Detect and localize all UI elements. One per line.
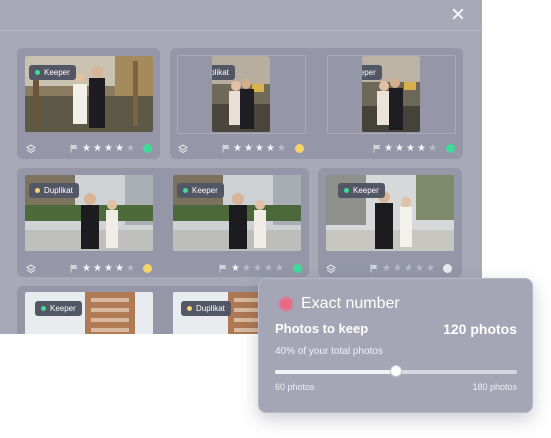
layers-icon[interactable] [178, 144, 188, 154]
star-icon[interactable]: ★ [104, 144, 113, 154]
star-icon[interactable]: ★ [277, 144, 286, 154]
status-dot [443, 264, 452, 273]
flag-icon[interactable] [219, 264, 227, 273]
photo-thumbnail[interactable]: Keeper [362, 56, 420, 132]
percent-of-total-text: 40% of your total photos [275, 346, 383, 357]
photo-thumbnail[interactable]: Duplikat [212, 56, 270, 132]
flag-icon[interactable] [370, 264, 378, 273]
star-icon[interactable]: ★ [428, 144, 437, 154]
status-badge: Keeper [362, 65, 382, 80]
status-dot [293, 264, 302, 273]
status-dot [143, 144, 152, 153]
photos-slider[interactable] [275, 366, 517, 376]
star-icon[interactable]: ★ [266, 144, 275, 154]
star-icon[interactable]: ★ [384, 144, 393, 154]
star-icon[interactable]: ★ [242, 264, 251, 274]
rating-stars[interactable]: ★ ★ ★ ★ ★ [82, 144, 135, 154]
star-icon[interactable]: ★ [104, 264, 113, 274]
flag-icon[interactable] [373, 144, 381, 153]
badge-dot [35, 188, 40, 193]
status-dot [295, 144, 304, 153]
badge-dot [344, 188, 349, 193]
rating-stars[interactable]: ★ ★ ★ ★ ★ [382, 264, 435, 274]
badge-label: Keeper [353, 186, 379, 195]
rating-stars[interactable]: ★ ★ ★ ★ ★ [233, 144, 286, 154]
star-icon[interactable]: ★ [393, 264, 402, 274]
star-icon[interactable]: ★ [126, 264, 135, 274]
slider-handle[interactable] [391, 366, 401, 376]
star-icon[interactable]: ★ [82, 264, 91, 274]
star-icon[interactable]: ★ [233, 144, 242, 154]
flag-icon[interactable] [70, 144, 78, 153]
status-badge: Duplikat [29, 183, 79, 198]
badge-label: Keeper [50, 304, 76, 313]
star-icon[interactable]: ★ [231, 264, 240, 274]
star-icon[interactable]: ★ [115, 144, 124, 154]
star-icon[interactable]: ★ [415, 264, 424, 274]
layers-icon[interactable] [26, 144, 36, 154]
photo-thumbnail[interactable]: Duplikat [25, 175, 153, 251]
status-badge: Duplikat [212, 65, 235, 80]
star-icon[interactable]: ★ [93, 144, 102, 154]
status-dot [446, 144, 455, 153]
badge-dot [35, 70, 40, 75]
star-icon[interactable]: ★ [395, 144, 404, 154]
photo-card[interactable]: Keeper [318, 168, 462, 277]
star-icon[interactable]: ★ [126, 144, 135, 154]
slider-fill [275, 370, 396, 374]
badge-label: Keeper [44, 68, 70, 77]
window-titlebar [0, 0, 482, 31]
star-icon[interactable]: ★ [417, 144, 426, 154]
status-badge: Keeper [29, 65, 76, 80]
photo-thumbnail[interactable]: Keeper [326, 175, 454, 251]
photos-to-keep-value: 120 photos [443, 321, 517, 337]
badge-label: Keeper [362, 68, 376, 77]
star-icon[interactable]: ★ [244, 144, 253, 154]
rating-stars[interactable]: ★ ★ ★ ★ ★ [384, 144, 437, 154]
status-badge: Keeper [338, 183, 385, 198]
photos-to-keep-label: Photos to keep [275, 321, 369, 336]
star-icon[interactable]: ★ [275, 264, 284, 274]
status-dot [143, 264, 152, 273]
status-badge: Duplikat [181, 301, 231, 316]
photo-thumbnail[interactable]: Keeper [25, 292, 153, 334]
star-icon[interactable]: ★ [255, 144, 264, 154]
badge-label: Duplikat [196, 304, 225, 313]
record-dot-icon [280, 298, 292, 310]
slider-max-label: 180 photos [472, 382, 517, 392]
layers-icon[interactable] [326, 264, 336, 274]
popup-title: Exact number [301, 295, 400, 312]
star-icon[interactable]: ★ [404, 264, 413, 274]
star-icon[interactable]: ★ [382, 264, 391, 274]
slider-min-label: 60 photos [275, 382, 315, 392]
photo-thumbnail[interactable]: Keeper [25, 56, 153, 132]
status-badge: Keeper [177, 183, 224, 198]
star-icon[interactable]: ★ [93, 264, 102, 274]
star-icon[interactable]: ★ [82, 144, 91, 154]
exact-number-popup: Exact number Photos to keep 120 photos 4… [258, 278, 533, 413]
badge-label: Duplikat [212, 68, 229, 77]
badge-dot [183, 188, 188, 193]
badge-dot [187, 306, 192, 311]
star-icon[interactable]: ★ [426, 264, 435, 274]
photo-thumbnail[interactable]: Keeper [173, 175, 301, 251]
flag-icon[interactable] [222, 144, 230, 153]
star-icon[interactable]: ★ [406, 144, 415, 154]
badge-dot [41, 306, 46, 311]
photo-group-card: Duplikat Keeper [17, 168, 309, 277]
layers-icon[interactable] [26, 264, 36, 274]
star-icon[interactable]: ★ [115, 264, 124, 274]
star-icon[interactable]: ★ [253, 264, 262, 274]
star-icon[interactable]: ★ [264, 264, 273, 274]
badge-label: Duplikat [44, 186, 73, 195]
rating-stars[interactable]: ★ ★ ★ ★ ★ [82, 264, 135, 274]
close-icon[interactable] [450, 7, 466, 23]
badge-label: Keeper [192, 186, 218, 195]
flag-icon[interactable] [70, 264, 78, 273]
rating-stars[interactable]: ★ ★ ★ ★ ★ [231, 264, 284, 274]
status-badge: Keeper [35, 301, 82, 316]
